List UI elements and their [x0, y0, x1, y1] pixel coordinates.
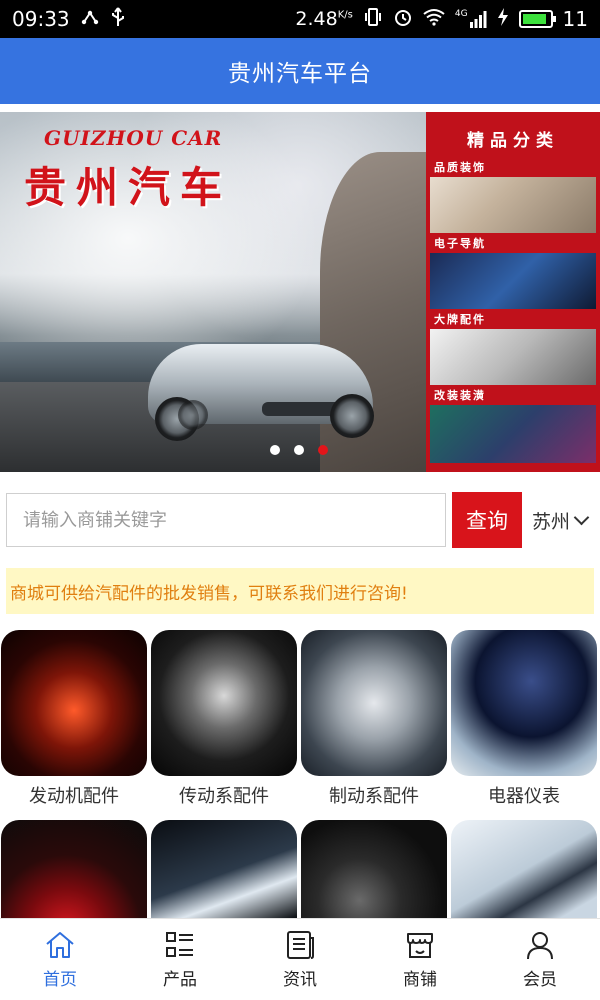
network-speed-unit: K/s	[337, 9, 353, 21]
category-item[interactable]: 发动机配件	[0, 630, 148, 808]
nav-news-label: 资讯	[283, 970, 317, 990]
banner-title-en: GUIZHOU CAR	[44, 126, 223, 150]
carousel-indicators	[270, 445, 328, 455]
steering-wheel-image	[151, 630, 297, 776]
status-time: 09:33	[12, 7, 70, 31]
notice-banner: 商城可供给汽配件的批发销售，可联系我们进行咨询!	[6, 568, 594, 614]
search-input[interactable]	[6, 493, 446, 547]
brake-disc-image	[301, 630, 447, 776]
category-label: 传动系配件	[179, 786, 269, 807]
banner-side-section: 改装装潢	[430, 389, 596, 463]
network-speed-value: 2.48	[295, 8, 338, 30]
nav-shops[interactable]: 商铺	[360, 929, 480, 990]
banner-side-section: 电子导航	[430, 237, 596, 309]
car-interior-image	[430, 177, 596, 233]
engine-image	[1, 630, 147, 776]
home-icon	[46, 932, 74, 958]
nav-member[interactable]: 会员	[480, 929, 600, 990]
nav-shops-label: 商铺	[403, 970, 437, 990]
car-parts-image	[430, 329, 596, 385]
nav-home[interactable]: 首页	[0, 929, 120, 990]
battery-icon	[518, 10, 556, 28]
category-label: 制动系配件	[329, 786, 419, 807]
search-bar: 查询 苏州	[6, 492, 594, 548]
network-speed: 2.48K/s	[295, 8, 352, 30]
wifi-icon	[423, 8, 445, 30]
category-grid: 发动机配件 传动系配件 制动系配件 电器仪表	[0, 630, 600, 966]
notice-text: 商城可供给汽配件的批发销售，可联系我们进行咨询!	[10, 583, 408, 604]
signal-icon: 4G	[455, 10, 487, 28]
nav-member-label: 会员	[523, 970, 557, 990]
carousel-dot-active[interactable]	[318, 445, 328, 455]
wrapped-car-image	[430, 405, 596, 463]
status-bar-right: 2.48K/s 4G 11	[295, 7, 588, 31]
category-label: 发动机配件	[29, 786, 119, 807]
banner-side-title: 精品分类	[467, 131, 559, 151]
banner-car-wheel-front	[330, 394, 374, 438]
usb-icon	[110, 6, 126, 32]
share-icon	[80, 7, 100, 31]
news-icon	[287, 931, 314, 959]
battery-level	[522, 14, 546, 24]
carousel-dot[interactable]	[294, 445, 304, 455]
city-label: 苏州	[532, 510, 571, 533]
search-button[interactable]: 查询	[452, 492, 522, 548]
app-header: 贵州汽车平台	[0, 38, 600, 104]
nav-products-label: 产品	[163, 970, 197, 990]
bottom-nav: 首页 产品 资讯 商铺 会员	[0, 918, 600, 1000]
banner-category-panel: 精品分类 品质装饰 电子导航 大牌配件 改装装潢	[426, 112, 600, 472]
dashboard-image	[451, 630, 597, 776]
status-bar: 09:33 2.48K/s 4G 11	[0, 0, 600, 38]
nav-products[interactable]: 产品	[120, 929, 240, 990]
banner-side-label: 大牌配件	[434, 313, 486, 326]
banner-car-wheel-right	[178, 400, 208, 430]
status-bar-left: 09:33	[12, 6, 126, 32]
category-item[interactable]: 传动系配件	[150, 630, 298, 808]
banner-side-label: 品质装饰	[434, 161, 486, 174]
chevron-down-icon	[573, 509, 590, 525]
banner-carousel[interactable]: GUIZHOU CAR 贵州汽车 精品分类 品质装饰 电子导航 大牌配件 改装装…	[0, 112, 600, 472]
carousel-dot[interactable]	[270, 445, 280, 455]
category-label: 电器仪表	[488, 786, 560, 807]
network-type: 4G	[454, 9, 468, 19]
charging-icon	[497, 7, 509, 31]
page-title: 贵州汽车平台	[228, 61, 372, 87]
banner-side-section: 品质装饰	[430, 161, 596, 233]
banner-title-zh: 贵州汽车	[24, 163, 233, 212]
member-icon	[527, 932, 553, 960]
city-selector[interactable]: 苏州	[532, 507, 590, 534]
vibrate-icon	[363, 7, 383, 31]
category-item[interactable]: 电器仪表	[450, 630, 598, 808]
product-list-icon	[166, 932, 193, 957]
nav-home-label: 首页	[43, 970, 77, 990]
banner-side-label: 改装装潢	[434, 389, 486, 402]
battery-number: 11	[562, 7, 588, 31]
alarm-icon	[393, 7, 413, 31]
shop-icon	[407, 933, 433, 958]
category-item[interactable]: 制动系配件	[300, 630, 448, 808]
banner-side-section: 大牌配件	[430, 313, 596, 385]
banner-side-label: 电子导航	[434, 237, 486, 250]
navigation-image	[430, 253, 596, 309]
nav-news[interactable]: 资讯	[240, 929, 360, 990]
